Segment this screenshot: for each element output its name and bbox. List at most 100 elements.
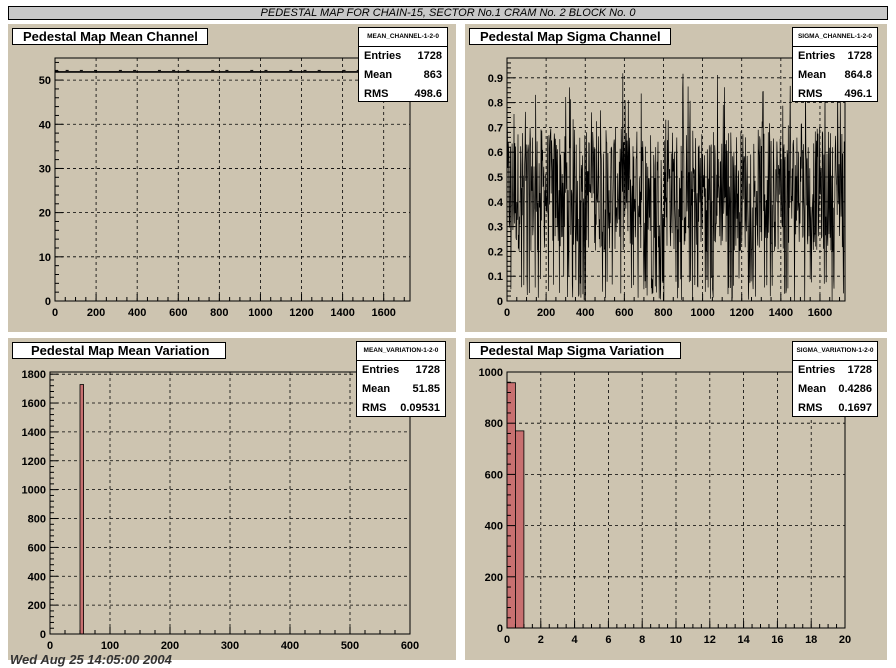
y-tick-label: 0.5: [488, 172, 503, 184]
x-tick-label: 800: [654, 307, 672, 319]
x-tick-label: 14: [737, 634, 750, 646]
x-tick-label: 400: [128, 307, 146, 319]
x-tick-label: 4: [572, 634, 579, 646]
y-tick-label: 0.4: [488, 197, 504, 209]
stats-mean-value: 863: [423, 69, 442, 81]
y-tick-label: 20: [39, 208, 51, 220]
pad-mean-variation: 0 100 200 300 400 500 600 0 200 400 600 800 1000 1200…: [8, 338, 456, 660]
x-tick-label: 1000: [690, 307, 714, 319]
stats-histogram-name: SIGMA_VARIATION-1-2-0: [793, 342, 877, 361]
x-tick-label: 0: [52, 307, 58, 319]
stats-rms-value: 0.09531: [400, 402, 440, 414]
stats-rms-label: RMS: [798, 402, 823, 414]
stats-box: SIGMA_VARIATION-1-2-0 Entries 1728 Mean 0.…: [792, 341, 878, 417]
stats-mean-label: Mean: [798, 383, 827, 395]
stats-box: SIGMA_CHANNEL-1-2-0 Entries 1728 Mean 864.…: [792, 27, 878, 102]
y-tick-label: 800: [485, 418, 503, 430]
histogram-bar: [515, 430, 525, 629]
y-tick-label: 0.6: [488, 147, 503, 159]
stats-entries-value: 1728: [415, 364, 440, 376]
y-tick-label: 400: [28, 571, 46, 583]
y-tick-label: 0: [45, 296, 51, 308]
x-tick-label: 1600: [808, 307, 832, 319]
stats-histogram-name: MEAN_CHANNEL-1-2-0: [359, 28, 447, 47]
stats-entries-label: Entries: [798, 50, 836, 62]
y-tick-label: 0.3: [488, 222, 503, 234]
y-tick-label: 10: [39, 252, 51, 264]
y-tick-label: 1000: [22, 485, 46, 497]
y-tick-label: 1000: [479, 367, 503, 379]
x-tick-label: 0: [504, 307, 510, 319]
stats-histogram-name: SIGMA_CHANNEL-1-2-0: [793, 28, 877, 47]
x-tick-label: 600: [401, 640, 419, 652]
x-tick-label: 600: [169, 307, 187, 319]
y-tick-label: 0: [497, 296, 503, 308]
x-tick-label: 200: [161, 640, 179, 652]
plot-area: [55, 58, 410, 301]
stats-rms-label: RMS: [362, 402, 387, 414]
page-banner-title: PEDESTAL MAP FOR CHAIN-15, SECTOR No.1 C…: [8, 6, 888, 20]
x-tick-label: 0: [504, 634, 510, 646]
y-tick-label: 800: [28, 514, 46, 526]
y-tick-label: 600: [485, 469, 503, 481]
stats-entries-value: 1728: [847, 50, 872, 62]
x-tick-label: 8: [639, 634, 645, 646]
stats-rms-value: 498.6: [414, 88, 442, 100]
stats-rms-label: RMS: [364, 88, 389, 100]
y-tick-label: 0.1: [488, 271, 503, 283]
x-tick-label: 1000: [248, 307, 272, 319]
x-tick-label: 600: [615, 307, 633, 319]
y-tick-label: 0.2: [488, 246, 503, 258]
stats-mean-label: Mean: [362, 383, 391, 395]
stats-entries-value: 1728: [847, 364, 872, 376]
x-tick-label: 200: [537, 307, 555, 319]
y-tick-label: 0.9: [488, 73, 503, 85]
x-tick-label: 10: [670, 634, 682, 646]
stats-mean-value: 864.8: [844, 69, 872, 81]
histogram-bar: [79, 384, 84, 635]
stats-mean-label: Mean: [798, 69, 827, 81]
y-tick-label: 0: [497, 623, 503, 635]
stats-entries-value: 1728: [417, 50, 442, 62]
panel-title: Pedestal Map Sigma Variation: [469, 342, 681, 359]
y-tick-label: 40: [39, 119, 51, 131]
x-tick-label: 1200: [289, 307, 313, 319]
y-tick-label: 200: [485, 572, 503, 584]
pad-sigma-variation: 0 2 4 6 8 10 12 14 16 18 20 0 200 400 600 800 1000 Pedes…: [465, 338, 887, 660]
y-tick-label: 200: [28, 600, 46, 612]
stats-histogram-name: MEAN_VARIATION-1-2-0: [357, 342, 445, 361]
x-tick-label: 1400: [769, 307, 793, 319]
stats-mean-value: 0.4286: [838, 383, 872, 395]
y-tick-label: 50: [39, 75, 51, 87]
x-tick-label: 100: [101, 640, 119, 652]
y-tick-label: 0: [40, 629, 46, 641]
y-tick-label: 1400: [22, 427, 46, 439]
x-tick-label: 16: [771, 634, 783, 646]
x-tick-label: 400: [576, 307, 594, 319]
stats-rms-value: 496.1: [844, 88, 872, 100]
stats-entries-label: Entries: [798, 364, 836, 376]
x-tick-label: 300: [221, 640, 239, 652]
stats-rms-label: RMS: [798, 88, 823, 100]
x-tick-label: 1600: [371, 307, 395, 319]
y-tick-label: 0.7: [488, 122, 503, 134]
stats-mean-label: Mean: [364, 69, 393, 81]
pad-mean-channel: 0 200 400 600 800 1000 1200 1400 1600 0 10 20 30 40 50…: [8, 24, 456, 332]
x-tick-label: 1200: [729, 307, 753, 319]
x-tick-label: 200: [87, 307, 105, 319]
x-tick-label: 20: [839, 634, 851, 646]
x-tick-label: 12: [704, 634, 716, 646]
stats-box: MEAN_VARIATION-1-2-0 Entries 1728 Mean 51.…: [356, 341, 446, 417]
stats-rms-value: 0.1697: [838, 402, 872, 414]
y-tick-label: 1800: [22, 369, 46, 381]
stats-entries-label: Entries: [364, 50, 402, 62]
stats-entries-label: Entries: [362, 364, 400, 376]
y-tick-label: 400: [485, 521, 503, 533]
x-tick-label: 400: [281, 640, 299, 652]
stats-mean-value: 51.85: [412, 383, 440, 395]
x-tick-label: 800: [210, 307, 228, 319]
stats-box: MEAN_CHANNEL-1-2-0 Entries 1728 Mean 863 R…: [358, 27, 448, 102]
x-tick-label: 500: [341, 640, 359, 652]
y-tick-label: 0.8: [488, 98, 503, 110]
x-tick-label: 6: [605, 634, 611, 646]
